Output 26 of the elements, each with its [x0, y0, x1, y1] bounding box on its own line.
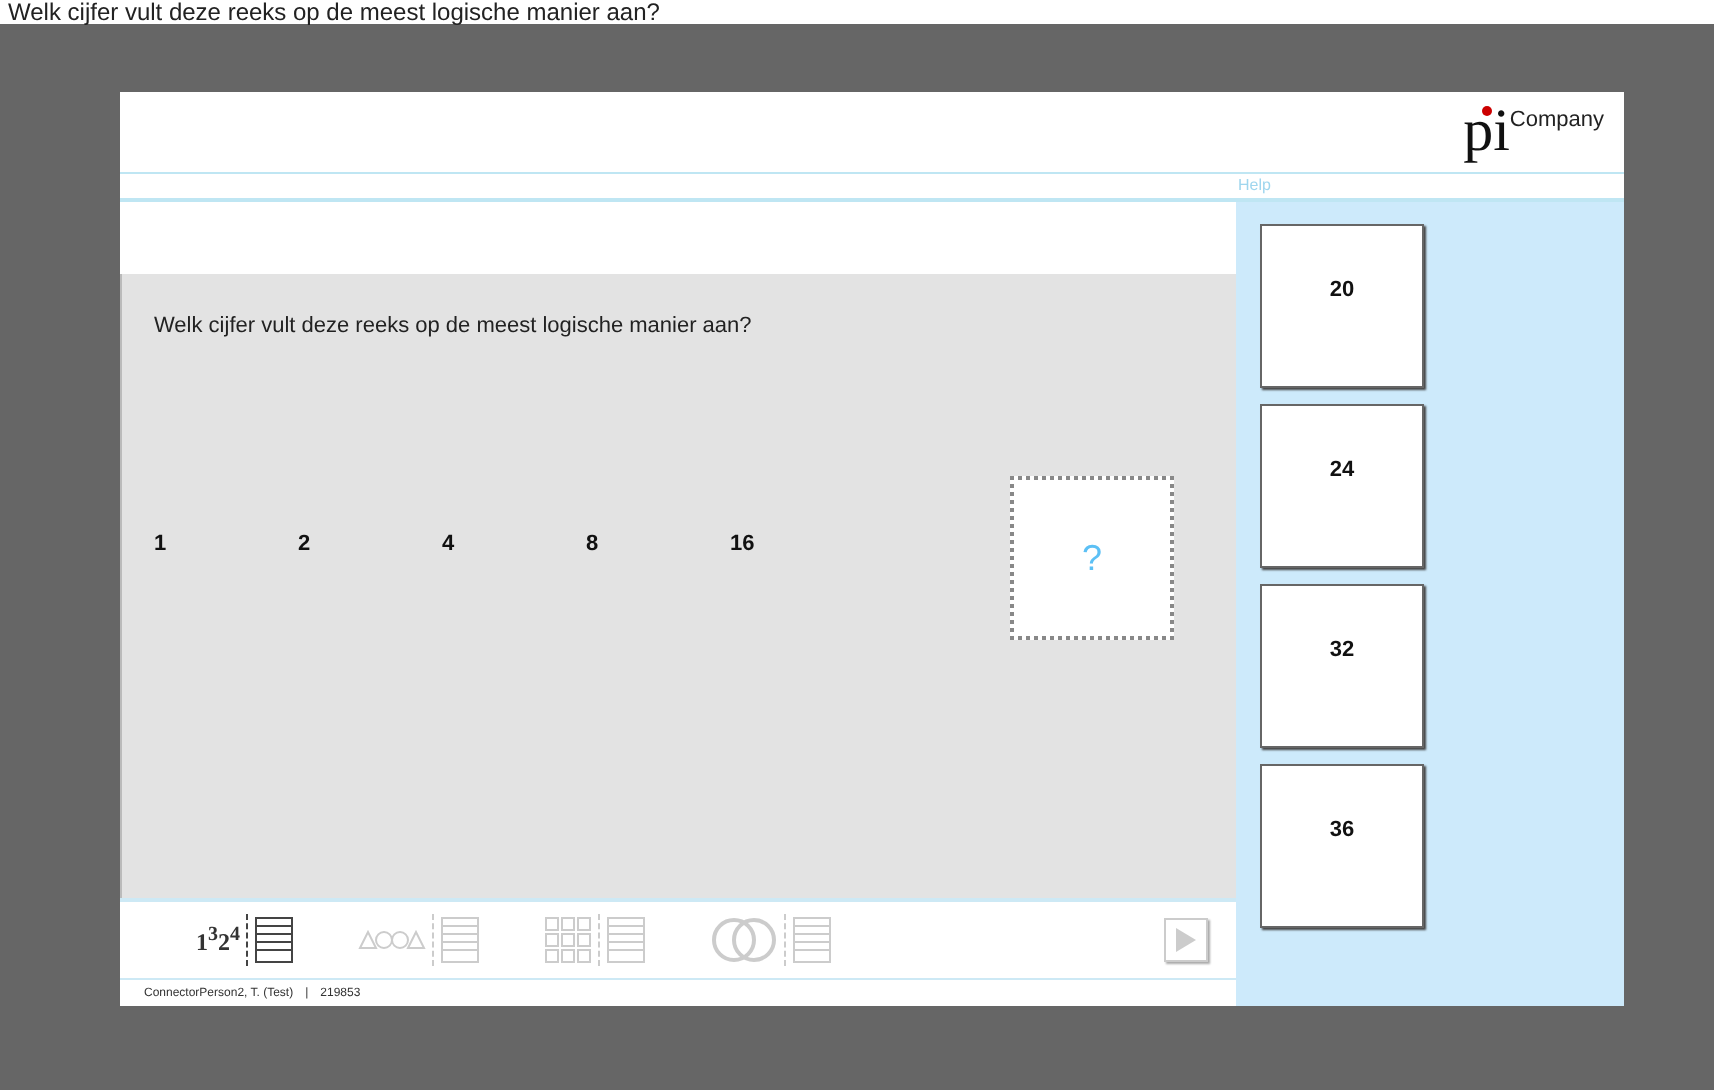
- play-icon: [1174, 926, 1198, 954]
- answer-option[interactable]: 32: [1260, 584, 1424, 748]
- category-tab[interactable]: [706, 910, 836, 970]
- series-number: 8: [586, 532, 601, 556]
- answer-option[interactable]: 20: [1260, 224, 1424, 388]
- next-button[interactable]: [1164, 918, 1208, 962]
- series-number: 4: [442, 532, 457, 556]
- list-icon: [606, 916, 646, 964]
- series-number: 16: [730, 532, 757, 556]
- category-tab[interactable]: [354, 910, 484, 970]
- numbers-label: 1$^{3}$2$^{4}$: [196, 923, 240, 957]
- list-icon: [440, 916, 480, 964]
- series-number: 1: [154, 532, 169, 556]
- question-text: Welk cijfer vult deze reeks op de meest logische manier aan?: [154, 314, 754, 338]
- venn-icon: [710, 916, 778, 964]
- category-tab[interactable]: 1$^{3}$2$^{4}$: [192, 910, 298, 970]
- grid-icon: [544, 916, 592, 964]
- list-icon: [254, 916, 294, 964]
- list-icon: [792, 916, 832, 964]
- category-tab[interactable]: [540, 910, 650, 970]
- logo-mark: pi: [1463, 104, 1510, 160]
- answer-option[interactable]: 24: [1260, 404, 1424, 568]
- series-number: 2: [298, 532, 313, 556]
- answer-option[interactable]: 36: [1260, 764, 1424, 928]
- logo-text: Company: [1509, 108, 1604, 132]
- shapes-icon: [358, 930, 426, 950]
